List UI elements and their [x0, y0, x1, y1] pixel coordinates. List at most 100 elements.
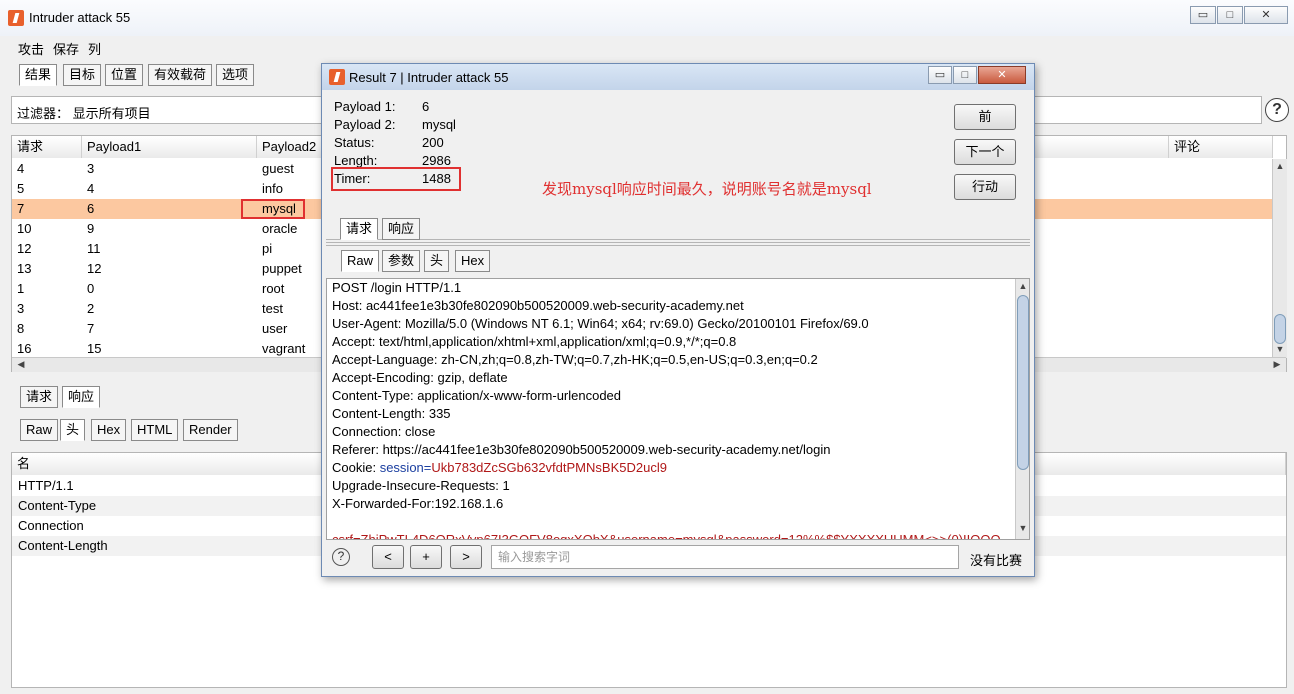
close-button[interactable]: ✕	[1244, 6, 1288, 24]
column-header-payload1[interactable]: Payload1	[82, 136, 257, 158]
search-status: 没有比赛	[970, 553, 1023, 568]
request-line: Host: ac441fee1e3b30fe802090b500520009.w…	[332, 298, 744, 313]
tab-response[interactable]: 响应	[62, 386, 101, 408]
cell-request: 10	[17, 221, 32, 236]
menu-attack[interactable]: 攻击	[18, 39, 44, 58]
cell-request: 5	[17, 181, 25, 196]
column-header-filler	[1034, 136, 1169, 158]
header-name-cell: HTTP/1.1	[18, 478, 74, 493]
cell-request: 16	[17, 341, 32, 356]
dialog-subtab-params[interactable]: 参数	[382, 250, 421, 272]
request-line: Accept-Language: zh-CN,zh;q=0.8,zh-TW;q=…	[332, 352, 818, 367]
cell-payload2: guest	[262, 161, 294, 176]
header-name-cell: Connection	[18, 518, 84, 533]
menu-save[interactable]: 保存	[53, 39, 79, 58]
cell-payload1: 11	[87, 241, 101, 256]
scroll-right-arrow-icon[interactable]: ▶	[1270, 359, 1284, 370]
cell-request: 12	[17, 241, 32, 256]
cell-payload1: 7	[87, 321, 95, 336]
search-input[interactable]: 输入搜索字词	[491, 545, 959, 569]
request-line: Accept: text/html,application/xhtml+xml,…	[332, 334, 737, 349]
tab-request[interactable]: 请求	[20, 386, 59, 408]
burp-logo-icon	[329, 69, 345, 85]
cell-payload2: oracle	[262, 221, 298, 236]
request-vertical-scrollbar[interactable]: ▲ ▼	[1015, 279, 1029, 539]
header-name-cell: Content-Type	[18, 498, 97, 513]
cell-request: 3	[17, 301, 25, 316]
request-line: User-Agent: Mozilla/5.0 (Windows NT 6.1;…	[332, 316, 869, 331]
dialog-tab-request[interactable]: 请求	[340, 218, 379, 240]
request-line: Upgrade-Insecure-Requests: 1	[332, 478, 510, 493]
request-line: Content-Type: application/x-www-form-url…	[332, 388, 622, 403]
cell-payload2: user	[262, 321, 288, 336]
subtab-headers[interactable]: 头	[60, 419, 86, 441]
cookie-name: session	[379, 460, 424, 475]
cell-payload1: 12	[87, 261, 102, 276]
cookie-label: Cookie:	[332, 460, 380, 475]
subtab-render[interactable]: Render	[183, 419, 238, 441]
cell-payload1: 15	[87, 341, 102, 356]
scroll-thumb[interactable]	[1274, 314, 1286, 344]
table-vertical-scrollbar[interactable]: ▲ ▼	[1272, 159, 1287, 358]
cell-payload1: 4	[87, 181, 95, 196]
search-next-button[interactable]: >	[450, 545, 482, 569]
dialog-maximize-button[interactable]: □	[953, 66, 977, 84]
dialog-subtab-hex[interactable]: Hex	[455, 250, 491, 272]
cell-payload2: test	[262, 301, 283, 316]
cell-payload2: info	[262, 181, 283, 196]
tab-options[interactable]: 选项	[216, 64, 255, 86]
request-line: Accept-Encoding: gzip, deflate	[332, 370, 508, 385]
burp-logo-icon	[8, 10, 24, 26]
menu-columns[interactable]: 列	[88, 39, 101, 58]
scroll-thumb[interactable]	[1017, 295, 1029, 470]
dialog-close-button[interactable]: ✕	[978, 66, 1026, 84]
maximize-button[interactable]: □	[1217, 6, 1243, 24]
column-header-comment[interactable]: 评论	[1169, 136, 1273, 158]
dialog-subtab-raw[interactable]: Raw	[341, 250, 380, 272]
cell-payload1: 0	[87, 281, 95, 296]
dialog-title: Result 7 | Intruder attack 55	[349, 70, 509, 85]
request-line: Connection: close	[332, 424, 436, 439]
cell-request: 7	[17, 201, 25, 216]
search-prev-button[interactable]: <	[372, 545, 404, 569]
scroll-down-arrow-icon[interactable]: ▼	[1273, 344, 1287, 354]
scroll-left-arrow-icon[interactable]: ◀	[14, 359, 28, 370]
scroll-up-arrow-icon[interactable]: ▲	[1016, 281, 1029, 291]
dialog-tab-response[interactable]: 响应	[382, 218, 421, 240]
menu-bar: 攻击 保存 列	[0, 36, 1294, 58]
subtab-raw[interactable]: Raw	[20, 419, 59, 441]
header-name-cell: Content-Length	[18, 538, 108, 553]
cell-payload2: vagrant	[262, 341, 306, 356]
dialog-minimize-button[interactable]: ▭	[928, 66, 952, 84]
request-text-area[interactable]: POST /login HTTP/1.1 Host: ac441fee1e3b3…	[326, 278, 1030, 540]
cell-request: 13	[17, 261, 32, 276]
dialog-subtab-headers[interactable]: 头	[424, 250, 450, 272]
tab-payloads[interactable]: 有效载荷	[148, 64, 213, 86]
dialog-titlebar: Result 7 | Intruder attack 55 ▭ □ ✕	[322, 64, 1034, 90]
subtab-html[interactable]: HTML	[131, 419, 179, 441]
tab-positions[interactable]: 位置	[105, 64, 144, 86]
cookie-value: Ukb783dZcSGb632vfdtPMNsBK5D2ucl9	[431, 460, 667, 475]
request-body-line: csrf=ZhiPwTL4D6QRxVyp67I3GOFV8oqxXQbX&us…	[332, 532, 1001, 540]
tab-target[interactable]: 目标	[63, 64, 102, 86]
info-panel-border	[326, 90, 1030, 240]
scroll-up-arrow-icon[interactable]: ▲	[1273, 161, 1287, 171]
column-header-payload2[interactable]: Payload2	[257, 136, 322, 158]
search-add-button[interactable]: +	[410, 545, 442, 569]
cell-payload2: puppet	[262, 261, 302, 276]
subtab-hex[interactable]: Hex	[91, 419, 127, 441]
scroll-down-arrow-icon[interactable]: ▼	[1016, 523, 1029, 533]
dialog-help-icon[interactable]: ?	[332, 548, 350, 566]
cell-payload1: 3	[87, 161, 95, 176]
cell-request: 4	[17, 161, 25, 176]
help-icon[interactable]: ?	[1265, 98, 1289, 122]
cell-payload1: 6	[87, 201, 95, 216]
highlight-mysql-box	[241, 199, 305, 219]
window-titlebar: Intruder attack 55 ▭ □ ✕	[0, 0, 1294, 36]
column-header-request[interactable]: 请求	[12, 136, 82, 158]
cell-payload2: root	[262, 281, 285, 296]
cell-request: 8	[17, 321, 25, 336]
request-line: POST /login HTTP/1.1	[332, 280, 462, 295]
tab-results[interactable]: 结果	[19, 64, 58, 86]
minimize-button[interactable]: ▭	[1190, 6, 1216, 24]
